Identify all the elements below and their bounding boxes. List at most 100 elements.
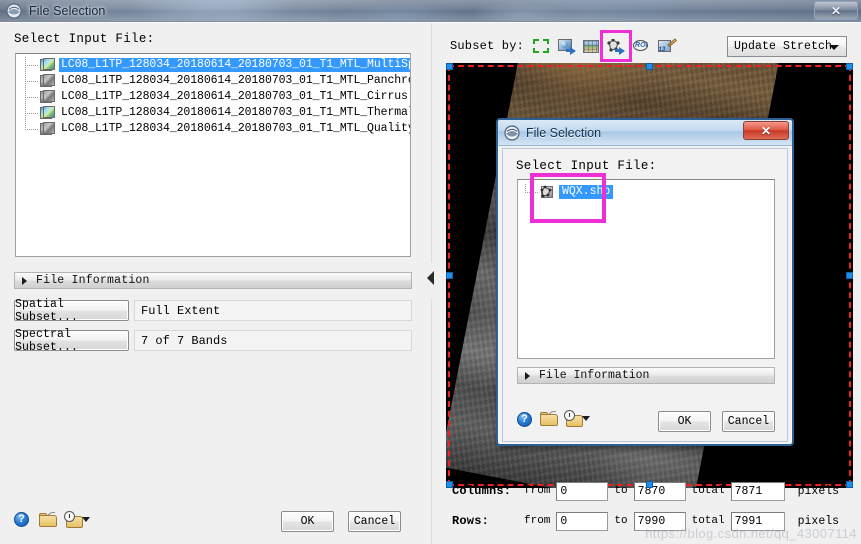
spectral-subset-button[interactable]: Spectral Subset...: [14, 328, 129, 354]
tree-item-quality[interactable]: LC08_L1TP_128034_20180614_20180703_01_T1…: [16, 121, 410, 137]
inner-ok-button[interactable]: OK: [658, 411, 711, 432]
window-title-bar: File Selection ✕: [0, 0, 861, 22]
ok-button[interactable]: OK: [281, 511, 334, 532]
resize-handle-middle-right[interactable]: [846, 272, 853, 279]
image-subset-icon[interactable]: [555, 35, 577, 57]
inner-dialog-title-bar: File Selection ✕: [498, 120, 792, 146]
recent-folders-icon[interactable]: [64, 511, 90, 528]
columns-total-label: total: [691, 485, 725, 497]
collapse-left-arrow-icon[interactable]: [427, 271, 434, 285]
rows-to-label: to: [614, 515, 628, 527]
tree-item-label: LC08_L1TP_128034_20180614_20180703_01_T1…: [61, 74, 411, 87]
resize-handle-top-left[interactable]: [446, 63, 453, 70]
inner-file-information-expander[interactable]: File Information: [517, 367, 775, 384]
select-input-file-label: Select Input File:: [14, 32, 155, 46]
tree-item-multispectral[interactable]: LC08_L1TP_128034_20180614_20180703_01_T1…: [16, 57, 410, 73]
splitter-line-top: [431, 23, 432, 263]
rows-from-input[interactable]: 0: [556, 511, 609, 531]
inner-file-selection-dialog: File Selection ✕ Select Input File: WQX.…: [496, 118, 794, 446]
subset-toolbar-icons: ROI 13: [530, 30, 677, 62]
tree-connector-icon: [24, 89, 40, 105]
inner-dialog-bottom-bar: ? OK Cancel: [503, 403, 789, 437]
help-icon[interactable]: ?: [14, 512, 29, 527]
tree-item-panchromatic[interactable]: LC08_L1TP_128034_20180614_20180703_01_T1…: [16, 73, 410, 89]
raster-gray-icon: [40, 122, 55, 136]
file-selection-window: File Selection ✕ Select Input File: LC08…: [0, 0, 861, 544]
inner-select-input-file-label: Select Input File:: [516, 159, 657, 173]
tree-connector-icon: [24, 105, 40, 121]
help-icon[interactable]: ?: [517, 412, 532, 427]
columns-total-input[interactable]: 7871: [730, 481, 785, 501]
input-file-tree[interactable]: LC08_L1TP_128034_20180614_20180703_01_T1…: [15, 53, 411, 257]
spectral-subset-row: Spectral Subset... 7 of 7 Bands: [14, 328, 412, 354]
columns-to-input[interactable]: 7870: [633, 481, 686, 501]
resize-handle-bottom-center[interactable]: [646, 481, 653, 488]
recent-folders-icon[interactable]: [564, 410, 590, 427]
chevron-right-icon: [22, 276, 27, 285]
raster-gray-icon: [40, 74, 55, 88]
spatial-subset-row: Spatial Subset... Full Extent: [14, 298, 412, 324]
left-panel: Select Input File: LC08_L1TP_128034_2018…: [0, 23, 425, 544]
spectral-subset-value: 7 of 7 Bands: [134, 330, 412, 351]
tree-connector-icon: [24, 121, 40, 137]
inner-dialog-title: File Selection: [526, 125, 602, 140]
map-scene-icon[interactable]: [580, 35, 602, 57]
close-icon: ✕: [760, 123, 772, 138]
open-folder-icon[interactable]: [39, 512, 58, 527]
tree-item-label: LC08_L1TP_128034_20180614_20180703_01_T1…: [61, 122, 411, 135]
inner-dialog-close-button[interactable]: ✕: [743, 121, 789, 140]
inner-file-information-label: File Information: [539, 369, 650, 382]
tree-item-wqx-shp[interactable]: WQX.shp: [518, 184, 774, 200]
rows-to-input[interactable]: 7990: [633, 511, 686, 531]
spatial-subset-button[interactable]: Spatial Subset...: [14, 298, 129, 324]
tree-item-label: LC08_L1TP_128034_20180614_20180703_01_T1…: [61, 106, 411, 119]
open-folder-icon[interactable]: [540, 411, 559, 426]
vector-subset-icon[interactable]: [600, 30, 633, 62]
columns-from-input[interactable]: 0: [556, 481, 609, 501]
cancel-button[interactable]: Cancel: [348, 511, 401, 532]
left-bottom-bar: ? OK Cancel: [0, 501, 425, 544]
resize-handle-top-center[interactable]: [646, 63, 653, 70]
inner-input-file-tree[interactable]: WQX.shp: [517, 179, 775, 359]
roi-subset-icon[interactable]: ROI: [630, 35, 652, 57]
selection-frame-icon[interactable]: [530, 35, 552, 57]
tree-connector-icon: [24, 73, 40, 89]
chevron-right-icon: [525, 371, 530, 380]
subset-toolbar: Subset by: ROI 13 Update Stretch: [439, 30, 861, 62]
resize-handle-top-right[interactable]: [846, 63, 853, 70]
stretch-select[interactable]: Update Stretch: [727, 36, 847, 57]
inner-dialog-body: Select Input File: WQX.shp File Informat…: [502, 148, 788, 442]
inner-cancel-button[interactable]: Cancel: [722, 411, 775, 432]
columns-to-label: to: [614, 485, 628, 497]
panel-splitter[interactable]: [425, 23, 439, 544]
resize-handle-bottom-right[interactable]: [846, 481, 853, 488]
tree-item-label: WQX.shp: [559, 185, 614, 199]
tree-item-label: LC08_L1TP_128034_20180614_20180703_01_T1…: [59, 58, 410, 72]
raster-color-icon: [40, 106, 55, 120]
subset-by-label: Subset by:: [450, 39, 525, 53]
resize-handle-bottom-left[interactable]: [446, 481, 453, 488]
resize-handle-middle-left[interactable]: [446, 272, 453, 279]
rows-label: Rows:: [452, 514, 490, 528]
envi-globe-icon: [6, 2, 22, 19]
file-information-expander[interactable]: File Information: [14, 272, 412, 289]
tree-connector-icon: [524, 184, 540, 200]
rows-row: Rows: from 0 to 7990 total 7991 pixels: [439, 510, 861, 532]
rows-total-input[interactable]: 7991: [730, 511, 785, 531]
annotation-subset-icon[interactable]: 13: [655, 35, 677, 57]
raster-gray-icon: [40, 90, 55, 104]
splitter-line-bottom: [431, 299, 432, 544]
stretch-select-value: Update Stretch: [734, 40, 833, 53]
close-icon: ✕: [830, 3, 842, 18]
tree-item-cirrus[interactable]: LC08_L1TP_128034_20180614_20180703_01_T1…: [16, 89, 410, 105]
tree-item-label: LC08_L1TP_128034_20180614_20180703_01_T1…: [61, 90, 408, 103]
tree-connector-icon: [24, 57, 40, 73]
tree-item-thermal[interactable]: LC08_L1TP_128034_20180614_20180703_01_T1…: [16, 105, 410, 121]
rows-unit-label: pixels: [797, 514, 840, 528]
columns-from-label: from: [524, 485, 551, 497]
window-close-button[interactable]: ✕: [814, 1, 858, 20]
columns-label: Columns:: [452, 484, 512, 498]
window-title: File Selection: [29, 3, 106, 18]
rows-from-label: from: [524, 515, 551, 527]
raster-color-icon: [40, 58, 55, 72]
